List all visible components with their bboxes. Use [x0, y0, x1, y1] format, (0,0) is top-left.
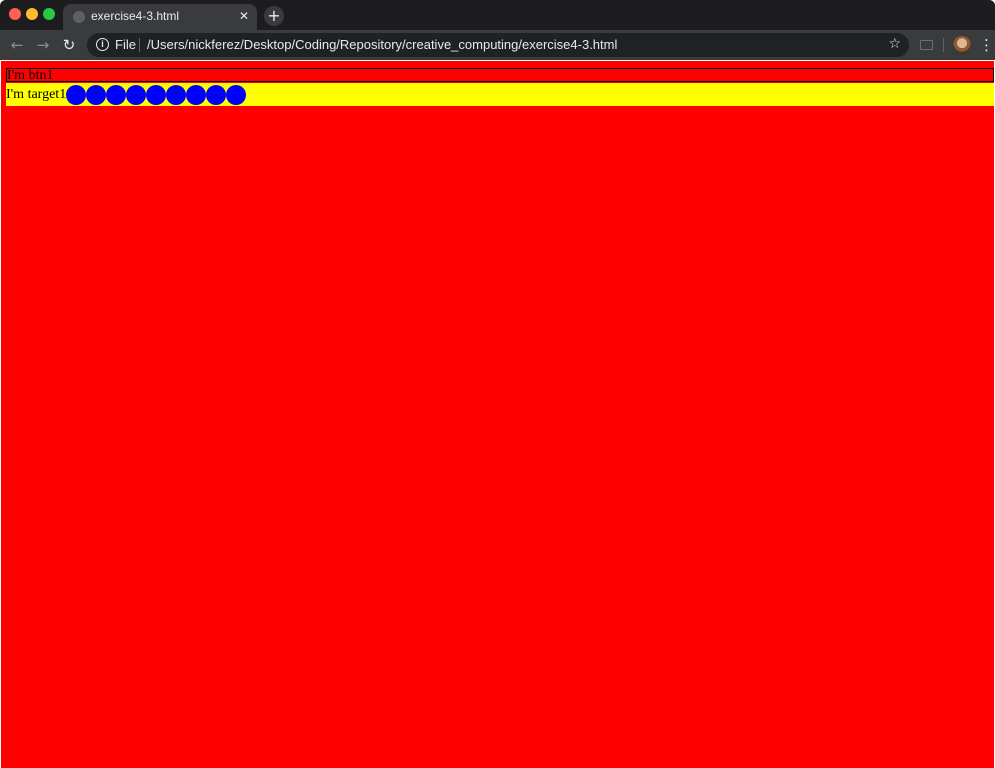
address-bar[interactable]: i File /Users/nickferez/Desktop/Coding/R…	[87, 33, 909, 57]
page-viewport: I'm btn1 I'm target1	[0, 60, 995, 768]
tab-title: exercise4-3.html	[91, 9, 180, 23]
new-tab-button[interactable]: +	[264, 6, 284, 26]
blue-dot	[146, 84, 167, 105]
more-menu-icon[interactable]: ⋮	[979, 35, 994, 55]
btn1-button[interactable]: I'm btn1	[6, 68, 994, 83]
blue-dot	[186, 84, 207, 105]
back-arrow-icon[interactable]: ←	[7, 35, 27, 55]
minimize-window-icon[interactable]	[26, 8, 38, 20]
browser-toolbar: ← → ↻ i File /Users/nickferez/Desktop/Co…	[0, 30, 995, 60]
close-window-icon[interactable]	[9, 8, 21, 20]
url-text[interactable]: /Users/nickferez/Desktop/Coding/Reposito…	[147, 37, 617, 52]
maximize-window-icon[interactable]	[43, 8, 55, 20]
scheme-label: File	[115, 37, 136, 52]
dot-row	[66, 83, 247, 106]
tab-exercise4-3[interactable]: exercise4-3.html ✕	[63, 4, 257, 30]
profile-avatar[interactable]	[953, 36, 971, 54]
reload-icon[interactable]: ↻	[59, 35, 79, 55]
blue-dot	[166, 84, 187, 105]
address-separator	[139, 38, 140, 52]
site-info-icon[interactable]: i	[96, 38, 109, 51]
target1-label: I'm target1	[6, 87, 67, 102]
page-favicon-icon	[73, 11, 85, 23]
browser-window: exercise4-3.html ✕ + ← → ↻ i File /Users…	[0, 0, 995, 768]
tab-close-icon[interactable]: ✕	[236, 8, 252, 24]
cast-icon[interactable]	[920, 40, 933, 50]
bookmark-star-icon[interactable]: ☆	[888, 36, 901, 52]
page-body: I'm btn1 I'm target1	[1, 61, 994, 768]
blue-dot	[66, 84, 87, 105]
forward-arrow-icon[interactable]: →	[33, 35, 53, 55]
target1-area[interactable]: I'm target1	[6, 83, 994, 106]
blue-dot	[206, 84, 227, 105]
blue-dot	[86, 84, 107, 105]
blue-dot	[226, 84, 247, 105]
tab-strip: exercise4-3.html ✕ +	[0, 0, 995, 30]
blue-dot	[126, 84, 147, 105]
toolbar-separator	[943, 38, 944, 52]
blue-dot	[106, 84, 127, 105]
